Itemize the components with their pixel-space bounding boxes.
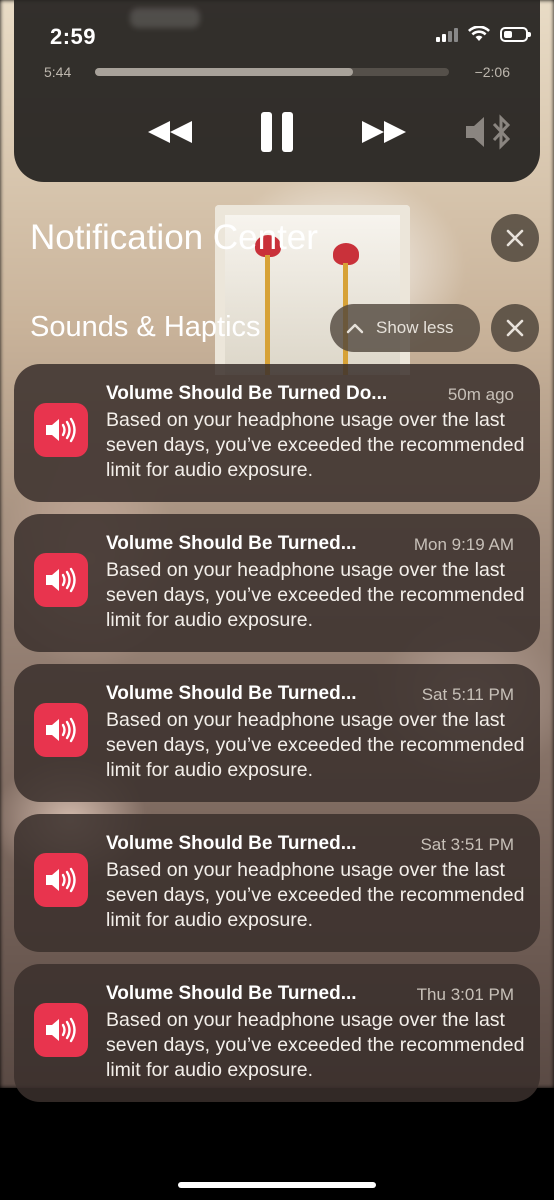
- notification-body: Based on your headphone usage over the l…: [106, 1009, 525, 1081]
- notification-card[interactable]: Volume Should Be Turned... Thu 3:01 PM B…: [14, 964, 540, 1102]
- notification-body: Based on your headphone usage over the l…: [106, 559, 525, 631]
- notification-title: Volume Should Be Turned...: [106, 833, 357, 854]
- clear-all-button[interactable]: [491, 214, 539, 262]
- group-title: Sounds & Haptics: [30, 311, 261, 343]
- status-time: 2:59: [50, 24, 97, 49]
- glass-stem: [265, 255, 270, 375]
- rewind-icon[interactable]: [146, 110, 194, 154]
- cellular-signal-icon: [436, 26, 458, 42]
- speaker-volume-icon: [34, 553, 88, 607]
- clear-group-button[interactable]: [491, 304, 539, 352]
- notification-card[interactable]: Volume Should Be Turned Do... 50m ago Ba…: [14, 364, 540, 502]
- speaker-volume-icon: [34, 403, 88, 457]
- notification-title: Volume Should Be Turned...: [106, 533, 357, 554]
- glass-flower: [333, 243, 359, 265]
- notification-time: Thu 3:01 PM: [416, 985, 514, 1004]
- playback-controls: [0, 110, 554, 154]
- remaining-time: −2:06: [474, 64, 510, 80]
- status-icons: [436, 26, 531, 42]
- show-less-label: Show less: [376, 318, 454, 337]
- notification-card[interactable]: Volume Should Be Turned... Sat 5:11 PM B…: [14, 664, 540, 802]
- notification-card[interactable]: Volume Should Be Turned... Mon 9:19 AM B…: [14, 514, 540, 652]
- notification-time: Mon 9:19 AM: [413, 535, 514, 554]
- close-icon: [506, 229, 524, 247]
- pause-icon[interactable]: [258, 110, 296, 154]
- blurred-track-title: [130, 8, 200, 28]
- bluetooth-speaker-icon[interactable]: [464, 110, 514, 154]
- notification-time: Sat 5:11 PM: [421, 685, 514, 704]
- battery-icon: [500, 26, 531, 42]
- notification-body: Based on your headphone usage over the l…: [106, 859, 525, 931]
- notification-body: Based on your headphone usage over the l…: [106, 709, 525, 781]
- notification-time: 50m ago: [447, 385, 514, 404]
- elapsed-time: 5:44: [44, 64, 72, 80]
- notification-title: Volume Should Be Turned...: [106, 683, 357, 704]
- notification-body: Based on your headphone usage over the l…: [106, 409, 525, 481]
- notification-list: Volume Should Be Turned Do... 50m ago Ba…: [14, 364, 540, 1114]
- notification-title: Volume Should Be Turned Do...: [106, 383, 388, 404]
- notification-time: Sat 3:51 PM: [420, 835, 514, 854]
- scrubber[interactable]: [95, 68, 449, 76]
- notification-center-title: Notification Center: [30, 218, 318, 257]
- show-less-button[interactable]: Show less: [330, 304, 480, 352]
- wifi-icon: [468, 26, 490, 41]
- notification-title: Volume Should Be Turned...: [106, 983, 357, 1004]
- scrubber-fill: [95, 68, 354, 76]
- speaker-volume-icon: [34, 1003, 88, 1057]
- speaker-volume-icon: [34, 703, 88, 757]
- chevron-up-icon: [346, 323, 364, 334]
- speaker-volume-icon: [34, 853, 88, 907]
- fast-forward-icon[interactable]: [360, 110, 408, 154]
- notification-card[interactable]: Volume Should Be Turned... Sat 3:51 PM B…: [14, 814, 540, 952]
- home-indicator[interactable]: [178, 1182, 376, 1188]
- close-icon: [506, 319, 524, 337]
